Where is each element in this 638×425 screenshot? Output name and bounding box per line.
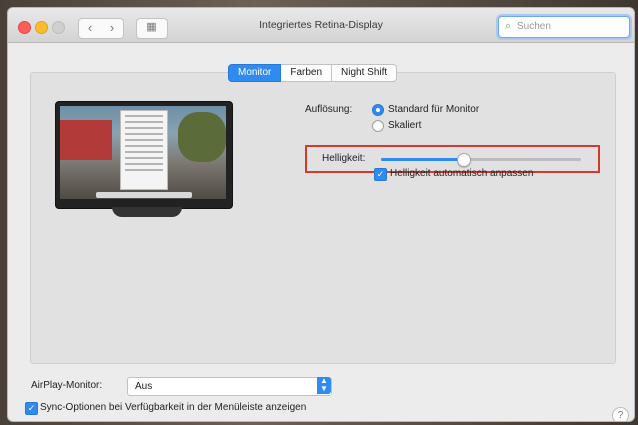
- airplay-select[interactable]: Aus ▲ ▼: [127, 377, 332, 396]
- display-preview-screen: [60, 106, 226, 199]
- help-icon[interactable]: ?: [612, 407, 629, 421]
- sync-options-checkbox[interactable]: ✓: [25, 402, 38, 415]
- tab-night-shift[interactable]: Night Shift: [332, 64, 398, 82]
- resolution-scaled-radio[interactable]: [372, 120, 384, 132]
- brightness-slider-fill: [381, 158, 463, 161]
- resolution-default-label[interactable]: Standard für Monitor: [388, 104, 479, 115]
- resolution-default-radio[interactable]: [372, 104, 384, 116]
- display-preview-stand: [112, 207, 182, 217]
- resolution-label: Auflösung:: [305, 104, 353, 115]
- search-icon: ⌕: [505, 20, 512, 32]
- airplay-label: AirPlay-Monitor:: [31, 380, 103, 391]
- brightness-label: Helligkeit:: [322, 153, 366, 164]
- title-bar: ‹ › ▦ Integriertes Retina-Display ⌕ Such…: [8, 8, 634, 43]
- sync-options-label[interactable]: Sync-Optionen bei Verfügbarkeit in der M…: [40, 402, 306, 413]
- search-placeholder: Suchen: [517, 21, 551, 32]
- tab-bar: Monitor Farben Night Shift: [228, 64, 398, 82]
- brightness-slider-knob[interactable]: [457, 153, 471, 167]
- tab-farben[interactable]: Farben: [281, 64, 333, 82]
- updown-arrows-icon: ▲ ▼: [317, 377, 331, 394]
- resolution-scaled-label[interactable]: Skaliert: [388, 120, 421, 131]
- tab-monitor[interactable]: Monitor: [228, 64, 282, 82]
- search-field[interactable]: ⌕ Suchen: [498, 16, 630, 38]
- preferences-window: ‹ › ▦ Integriertes Retina-Display ⌕ Such…: [8, 8, 634, 421]
- auto-brightness-label[interactable]: Helligkeit automatisch anpassen: [390, 168, 533, 179]
- airplay-select-value: Aus: [135, 381, 153, 392]
- display-preview-image: [55, 101, 233, 209]
- brightness-slider[interactable]: [381, 158, 581, 161]
- auto-brightness-checkbox[interactable]: ✓: [374, 168, 387, 181]
